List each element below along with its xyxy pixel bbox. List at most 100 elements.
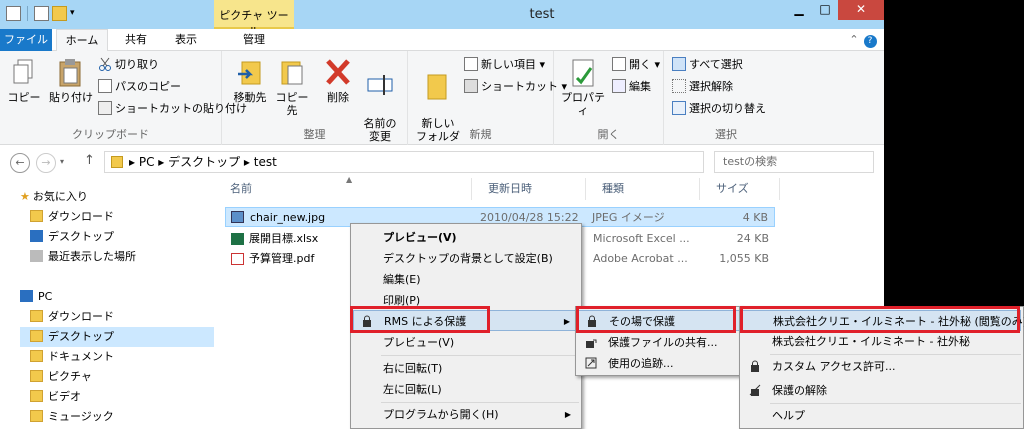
tab-view[interactable]: 表示 — [162, 29, 210, 51]
nav-fav-recent[interactable]: 最近表示した場所 — [30, 247, 136, 267]
select-none-button[interactable]: 選択解除 — [672, 78, 733, 96]
properties-icon — [567, 56, 599, 88]
new-item-icon — [464, 57, 478, 71]
window-title: test — [529, 7, 555, 22]
edit-button[interactable]: 編集 — [612, 78, 651, 96]
menu-open-with[interactable]: プログラムから開く(H) ▶ — [353, 404, 579, 425]
cut-button[interactable]: 切り取り — [98, 56, 159, 74]
tab-manage[interactable]: 管理 — [214, 29, 294, 51]
column-headers: ▲ 名前 更新日時 種類 サイズ — [214, 175, 884, 200]
properties-label: プロパティ — [561, 91, 605, 117]
shortcut-button[interactable]: ショートカット ▾ — [464, 78, 567, 96]
menu-track-usage-label: 使用の追跡... — [608, 357, 674, 370]
move-to-button[interactable]: 移動先 — [230, 56, 270, 104]
menu-template-confidential[interactable]: 株式会社クリエ・イルミネート - 社外秘 — [742, 331, 1021, 352]
properties-button[interactable]: プロパティ — [558, 56, 608, 117]
select-none-icon — [672, 79, 686, 93]
downloads-folder-icon — [30, 210, 43, 222]
select-group-label: 選択 — [715, 128, 737, 141]
nav-pc-downloads[interactable]: ダウンロード — [30, 307, 114, 327]
nav-fav-desktop[interactable]: デスクトップ — [30, 227, 114, 247]
nav-pc-videos[interactable]: ビデオ — [30, 387, 81, 407]
tab-share[interactable]: 共有 — [112, 29, 160, 51]
file-size: 1,055 KB — [719, 252, 769, 265]
paste-button[interactable]: 貼り付け — [48, 56, 94, 104]
address-path: ▸ PC ▸ デスクトップ ▸ test — [129, 155, 277, 169]
ribbon-tabs: ファイル ホーム 共有 表示 管理 ⌃ ? — [0, 29, 884, 52]
clipboard-group: コピー 貼り付け 切り取り パスのコピー ショートカットの貼り付け クリップボー… — [0, 51, 247, 145]
search-input[interactable]: testの検索 — [714, 151, 874, 173]
title-bar: ▾ ピクチャ ツール test ▁ □ ✕ — [0, 0, 884, 38]
nav-item-label: ビデオ — [48, 390, 81, 403]
menu-separator — [770, 354, 1021, 355]
maximize-button[interactable]: □ — [812, 0, 838, 20]
menu-remove-protection-label: 保護の解除 — [772, 384, 827, 397]
nav-favorites[interactable]: ★ お気に入り — [20, 187, 88, 207]
new-item-button[interactable]: 新しい項目 ▾ — [464, 56, 545, 74]
menu-edit[interactable]: 編集(E) — [353, 269, 579, 290]
nav-fav-downloads[interactable]: ダウンロード — [30, 207, 114, 227]
navigation-bar: ← → ▾ ↑ ▸ PC ▸ デスクトップ ▸ test testの検索 — [0, 145, 884, 177]
menu-rotate-right[interactable]: 右に回転(T) — [353, 358, 579, 379]
new-group-label: 新規 — [469, 128, 492, 141]
new-item-label: 新しい項目 ▾ — [481, 58, 546, 71]
menu-custom-permissions-label: カスタム アクセス許可... — [772, 360, 896, 373]
tab-home[interactable]: ホーム — [56, 29, 108, 52]
select-all-icon — [672, 57, 686, 71]
copy-to-button[interactable]: コピー先 — [272, 56, 312, 117]
nav-pc-documents[interactable]: ドキュメント — [30, 347, 114, 367]
menu-rotate-left[interactable]: 左に回転(L) — [353, 379, 579, 400]
copy-path-button[interactable]: パスのコピー — [98, 78, 181, 96]
edit-label: 編集 — [629, 80, 651, 93]
nav-item-label: ドキュメント — [48, 350, 114, 363]
downloads-folder-icon — [30, 310, 43, 322]
file-name: 予算管理.pdf — [249, 252, 315, 265]
column-type[interactable]: 種類 — [586, 178, 700, 200]
menu-preview-bold[interactable]: プレビュー(V) — [353, 227, 579, 248]
menu-share-protected[interactable]: 保護ファイルの共有... — [578, 332, 740, 353]
desktop-icon — [30, 230, 43, 242]
nav-pc-desktop[interactable]: デスクトップ — [20, 327, 214, 347]
menu-custom-permissions[interactable]: カスタム アクセス許可... — [742, 356, 1021, 377]
open-button[interactable]: 開く ▾ — [612, 56, 660, 74]
up-icon[interactable]: ↑ — [84, 153, 95, 168]
column-name[interactable]: 名前 — [214, 178, 472, 200]
delete-button[interactable]: 削除 — [320, 56, 356, 104]
menu-preview[interactable]: プレビュー(V) — [353, 332, 579, 353]
close-button[interactable]: ✕ — [838, 0, 884, 20]
address-bar[interactable]: ▸ PC ▸ デスクトップ ▸ test — [104, 151, 704, 173]
highlight-rms-protect — [350, 306, 490, 333]
forward-icon[interactable]: → — [36, 153, 56, 173]
nav-pc-music[interactable]: ミュージック — [30, 407, 114, 427]
move-to-label: 移動先 — [233, 91, 267, 104]
menu-separator — [770, 403, 1021, 404]
nav-pc-pictures[interactable]: ピクチャ — [30, 367, 92, 387]
menu-help[interactable]: ヘルプ — [742, 405, 1021, 426]
delete-icon — [322, 56, 354, 88]
collapse-ribbon-icon[interactable]: ⌃ — [846, 29, 862, 51]
menu-track-usage[interactable]: 使用の追跡... — [578, 353, 740, 374]
nav-favorites-label: お気に入り — [32, 190, 88, 203]
column-date[interactable]: 更新日時 — [472, 178, 586, 200]
select-all-button[interactable]: すべて選択 — [672, 56, 743, 74]
recent-places-icon — [30, 250, 43, 262]
recent-dropdown-icon[interactable]: ▾ — [60, 157, 64, 166]
invert-selection-button[interactable]: 選択の切り替え — [672, 100, 766, 118]
invert-selection-label: 選択の切り替え — [689, 102, 766, 115]
tab-file[interactable]: ファイル — [0, 29, 52, 51]
rename-icon — [364, 69, 396, 101]
file-name: chair_new.jpg — [250, 211, 326, 224]
copy-button[interactable]: コピー — [6, 56, 42, 104]
column-size[interactable]: サイズ — [700, 178, 780, 200]
track-usage-icon — [585, 357, 597, 369]
menu-remove-protection[interactable]: 保護の解除 — [742, 380, 1021, 401]
paste-label: 貼り付け — [49, 91, 93, 104]
minimize-button[interactable]: ▁ — [786, 0, 812, 20]
paste-icon — [55, 56, 87, 88]
highlight-protect-in-place — [576, 306, 736, 333]
nav-pc[interactable]: PC — [20, 287, 52, 307]
paste-shortcut-icon — [98, 101, 112, 115]
back-icon[interactable]: ← — [10, 153, 30, 173]
menu-set-background[interactable]: デスクトップの背景として設定(B) — [353, 248, 579, 269]
help-icon[interactable]: ? — [862, 29, 878, 51]
